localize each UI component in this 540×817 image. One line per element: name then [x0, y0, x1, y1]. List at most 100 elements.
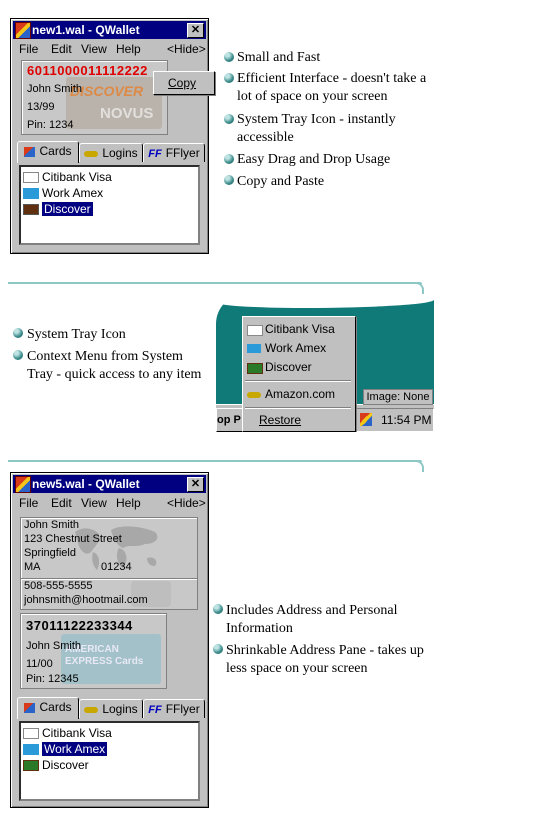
menu-view[interactable]: View: [81, 42, 107, 56]
list-item[interactable]: Discover: [23, 201, 94, 217]
tab-cards-label: Cards: [39, 144, 72, 158]
discover-card-icon: [23, 760, 39, 772]
menu-bar: File Edit View Help <Hide>: [15, 495, 206, 511]
menu-item-discover[interactable]: Discover: [247, 360, 351, 376]
list-item-label: Work Amex: [42, 186, 104, 200]
copy-context-menu[interactable]: Copy: [153, 71, 215, 95]
bullet-icon: [13, 350, 23, 360]
key-icon: [84, 706, 99, 713]
menu-file[interactable]: File: [19, 42, 38, 56]
visa-card-icon: [247, 325, 263, 336]
menu-view[interactable]: View: [81, 496, 107, 510]
list-item[interactable]: Discover: [23, 757, 89, 773]
discover-card-icon: [247, 363, 263, 374]
amex-card-icon: [247, 344, 261, 353]
title-bar[interactable]: new5.wal - QWallet ✕: [13, 475, 206, 493]
card-expiry[interactable]: 13/99: [27, 101, 55, 113]
tab-strip: Cards Logins FF FFlyer: [17, 141, 205, 163]
address-city[interactable]: Springfield: [24, 547, 76, 559]
tab-logins[interactable]: Logins: [79, 699, 143, 718]
list-item[interactable]: Work Amex: [23, 741, 109, 757]
app-icon: [15, 476, 31, 493]
qwallet-window-2: new5.wal - QWallet ✕ File Edit View Help…: [10, 472, 209, 808]
card-name[interactable]: John Smith: [26, 640, 81, 652]
clock[interactable]: 11:54 PM: [381, 413, 431, 427]
list-item[interactable]: Citibank Visa: [23, 169, 112, 185]
address-name[interactable]: John Smith: [24, 519, 79, 531]
list-item[interactable]: Citibank Visa: [23, 725, 112, 741]
image-none-label: Image: None: [363, 389, 433, 405]
card-number[interactable]: 6011000011112222: [27, 63, 148, 78]
visa-card-icon: [23, 728, 39, 740]
bullet-icon: [213, 644, 223, 654]
amex-card-icon: [23, 744, 39, 756]
close-button[interactable]: ✕: [187, 477, 204, 492]
address-state[interactable]: MA: [24, 561, 41, 573]
menu-item-label: Work Amex: [265, 341, 327, 355]
list-item-label: Citibank Visa: [42, 726, 112, 740]
card-detail-pane: AMERICAN EXPRESS Cards 37011122233344 Jo…: [20, 613, 167, 689]
menu-item-citibank[interactable]: Citibank Visa: [247, 322, 351, 338]
card-number[interactable]: 37011122233344: [26, 618, 133, 633]
list-item-label: Work Amex: [40, 741, 109, 757]
title-bar[interactable]: new1.wal - QWallet ✕: [13, 21, 206, 39]
key-icon: [84, 150, 99, 157]
bullet-icon: [13, 328, 23, 338]
card-name[interactable]: John Smith: [27, 83, 82, 95]
window-title: new5.wal - QWallet: [32, 477, 140, 491]
feature-text: Small and Fast: [237, 50, 321, 65]
app-icon: [15, 22, 31, 39]
key-icon: [247, 392, 261, 398]
cards-icon: [24, 146, 36, 157]
amex-card-icon: [23, 188, 39, 200]
address-pane: John Smith 123 Chestnut Street Springfie…: [20, 517, 198, 579]
address-zip[interactable]: 01234: [101, 561, 132, 573]
list-item-label: Citibank Visa: [42, 170, 112, 184]
discover-card-icon: [23, 204, 39, 216]
tab-cards-label: Cards: [39, 700, 72, 714]
tab-cards[interactable]: Cards: [17, 697, 79, 719]
qwallet-tray-icon[interactable]: [360, 413, 372, 426]
menu-item-label: Discover: [265, 360, 312, 374]
list-item-label: Discover: [42, 758, 89, 772]
items-list: Citibank Visa Work Amex Discover: [19, 721, 200, 801]
tray-context-menu: Citibank Visa Work Amex Discover Amazon.…: [242, 316, 356, 432]
visa-card-icon: [23, 172, 39, 184]
qwallet-window-1: new1.wal - QWallet ✕ File Edit View Help…: [10, 18, 209, 254]
menu-help[interactable]: Help: [116, 42, 141, 56]
list-item-label: Discover: [41, 201, 94, 217]
tray-screenshot: Image: None op P 11:54 PM Citibank Visa …: [216, 294, 434, 432]
tab-cards[interactable]: Cards: [17, 141, 79, 163]
menu-item-work-amex[interactable]: Work Amex: [247, 341, 351, 357]
window-title: new1.wal - QWallet: [32, 23, 140, 37]
menu-item-restore[interactable]: Restore: [247, 413, 351, 429]
menu-edit[interactable]: Edit: [51, 496, 72, 510]
card-expiry[interactable]: 11/00: [26, 658, 53, 670]
phone-number[interactable]: 508-555-5555: [24, 580, 93, 592]
menu-edit[interactable]: Edit: [51, 42, 72, 56]
system-tray: 11:54 PM: [356, 408, 434, 432]
list-item[interactable]: Work Amex: [23, 185, 103, 201]
feature-text: Copy and Paste: [237, 174, 325, 189]
menu-separator: [245, 407, 351, 409]
feature-text: Shrinkable Address Pane - takes up less …: [226, 643, 424, 676]
card-pin[interactable]: Pin: 1234: [27, 119, 73, 131]
email-address[interactable]: johnsmith@hootmail.com: [24, 594, 148, 606]
copy-menu-item[interactable]: Copy: [168, 76, 196, 90]
menu-bar: File Edit View Help <Hide>: [15, 41, 206, 57]
bullet-icon: [224, 52, 234, 62]
tab-logins[interactable]: Logins: [79, 143, 143, 162]
menu-file[interactable]: File: [19, 496, 38, 510]
menu-item-amazon[interactable]: Amazon.com: [247, 387, 351, 403]
tab-fflyer[interactable]: FF FFlyer: [143, 699, 205, 718]
tab-fflyer[interactable]: FF FFlyer: [143, 143, 205, 162]
bullet-icon: [224, 114, 234, 124]
hide-button[interactable]: <Hide>: [167, 42, 206, 56]
card-pin[interactable]: Pin: 12345: [26, 673, 79, 685]
address-street[interactable]: 123 Chestnut Street: [24, 533, 122, 545]
menu-help[interactable]: Help: [116, 496, 141, 510]
hide-button[interactable]: <Hide>: [167, 496, 206, 510]
close-button[interactable]: ✕: [187, 23, 204, 38]
feature-text: Context Menu from System Tray - quick ac…: [27, 349, 202, 382]
tab-fflyer-label: FFlyer: [165, 702, 200, 716]
